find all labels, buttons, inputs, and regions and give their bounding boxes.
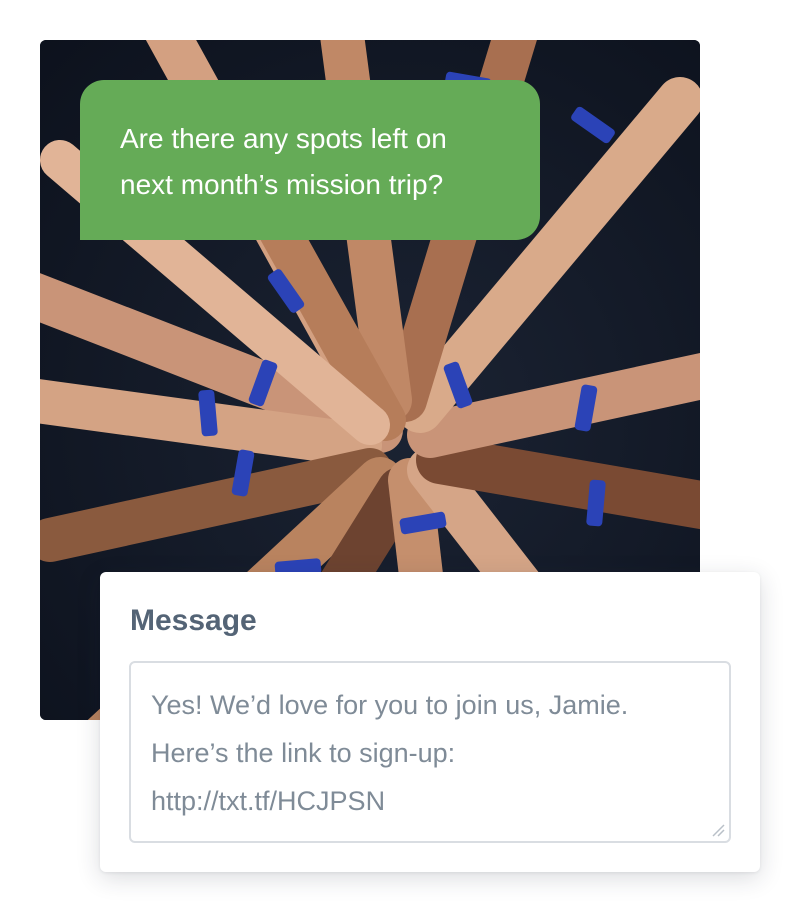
message-textarea[interactable]: Yes! We’d love for you to join us, Jamie…: [129, 661, 731, 843]
message-line-1: Yes! We’d love for you to join us, Jamie…: [151, 690, 629, 720]
incoming-message-line-1: Are there any spots left on: [120, 123, 447, 154]
message-composer-card: Message Yes! We’d love for you to join u…: [100, 572, 760, 872]
incoming-message-line-2: next month’s mission trip?: [120, 169, 444, 200]
resize-handle-icon[interactable]: [711, 823, 725, 837]
incoming-message-bubble: Are there any spots left on next month’s…: [80, 80, 540, 240]
message-line-3: http://txt.tf/HCJPSN: [151, 786, 386, 816]
message-line-2: Here’s the link to sign-up:: [151, 738, 456, 768]
message-label: Message: [130, 604, 257, 637]
